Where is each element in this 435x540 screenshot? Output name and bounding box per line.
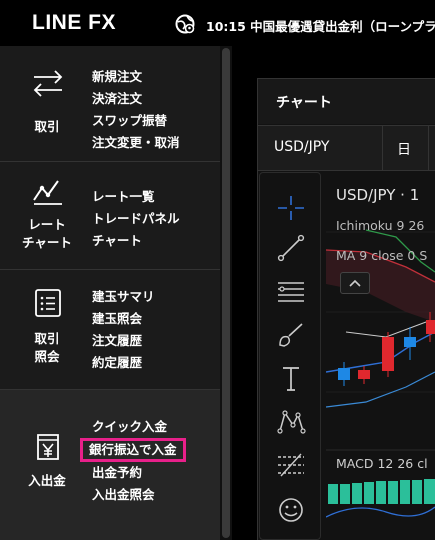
- menu-item-quick-deposit[interactable]: クイック入金: [92, 416, 186, 438]
- menu-item-chart[interactable]: チャート: [92, 230, 180, 252]
- chart-symbol-label: USD/JPY · 1: [336, 186, 420, 204]
- ichimoku-indicator-label[interactable]: Ichimoku 9 26: [336, 218, 424, 233]
- menu-item-swap-transfer[interactable]: スワップ振替: [92, 110, 180, 132]
- menu-item-new-order[interactable]: 新規注文: [92, 66, 180, 88]
- macd-indicator-label[interactable]: MACD 12 26 cl: [336, 456, 428, 471]
- candles: [338, 312, 435, 386]
- chart-panel-title: チャート: [276, 95, 332, 111]
- horizontal-lines-icon[interactable]: [274, 277, 308, 307]
- fibonacci-tool-icon[interactable]: [274, 451, 308, 481]
- chevron-up-icon: [349, 279, 361, 287]
- ma-indicator-label[interactable]: MA 9 close 0 S: [336, 248, 427, 263]
- menu-item-modify-cancel-order[interactable]: 注文変更・取消: [92, 132, 180, 154]
- divider: [428, 126, 429, 170]
- brush-icon[interactable]: [274, 319, 308, 349]
- menu-section-title: 取引 照会: [34, 331, 60, 364]
- menu-item-trade-panel[interactable]: トレードパネル: [92, 208, 180, 230]
- menu-section-title: 取引: [34, 119, 60, 134]
- price-chart-plot[interactable]: USD/JPY · 1 Ichimoku 9 26 MA 9 close 0 S…: [326, 172, 435, 540]
- menu-item-rate-list[interactable]: レート一覧: [92, 186, 180, 208]
- globe-location-icon[interactable]: [174, 13, 196, 35]
- emoji-icon[interactable]: [274, 495, 308, 525]
- menu-section-deposit-withdrawal: 入出金 クイック入金 銀行振込で入金 出金予約 入出金照会: [0, 390, 220, 540]
- menu-item-execution-history[interactable]: 約定履歴: [92, 352, 155, 374]
- menu-item-position-summary[interactable]: 建玉サマリ: [92, 286, 155, 308]
- text-tool-icon[interactable]: [274, 363, 308, 393]
- yen-wallet-icon: [37, 434, 59, 460]
- sidebar-scrollbar-thumb[interactable]: [222, 48, 230, 538]
- news-ticker[interactable]: 10:15 中国最優遇貸出金利（ローンプラ: [206, 16, 435, 35]
- menu-section-trade: 取引 新規注文 決済注文 スワップ振替 注文変更・取消: [0, 46, 220, 162]
- line-fx-logo[interactable]: LINE FX: [32, 11, 116, 35]
- pattern-tool-icon[interactable]: [274, 407, 308, 437]
- period-selector[interactable]: 日: [397, 139, 411, 159]
- collapse-indicators-button[interactable]: [340, 272, 370, 294]
- menu-item-deposit-withdrawal-inquiry[interactable]: 入出金照会: [92, 484, 186, 506]
- menu-section-title: レート チャート: [22, 217, 72, 250]
- macd-histogram: [328, 479, 435, 504]
- drawing-toolbar: [259, 172, 321, 540]
- sidebar-menu: 取引 新規注文 決済注文 スワップ振替 注文変更・取消 レート チャート レート…: [0, 46, 220, 540]
- exchange-arrows-icon: [33, 70, 63, 97]
- crosshair-icon[interactable]: [274, 193, 308, 223]
- chart-selector-bar: USD/JPY 日: [258, 125, 435, 171]
- list-document-icon: [35, 289, 61, 317]
- menu-item-close-order[interactable]: 決済注文: [92, 88, 180, 110]
- menu-section-title: 入出金: [28, 473, 66, 488]
- menu-item-order-history[interactable]: 注文履歴: [92, 330, 155, 352]
- currency-pair-selector[interactable]: USD/JPY: [274, 139, 329, 155]
- trend-line-icon[interactable]: [274, 233, 308, 263]
- menu-section-trade-inquiry: 取引 照会 建玉サマリ 建玉照会 注文履歴 約定履歴: [0, 270, 220, 390]
- menu-item-bank-transfer-deposit[interactable]: 銀行振込で入金: [80, 438, 186, 462]
- menu-item-position-inquiry[interactable]: 建玉照会: [92, 308, 155, 330]
- menu-section-rate-chart: レート チャート レート一覧 トレードパネル チャート: [0, 162, 220, 270]
- chart-panel-header: チャート: [258, 79, 435, 124]
- menu-item-withdrawal-reservation[interactable]: 出金予約: [92, 462, 186, 484]
- line-chart-icon: [33, 180, 62, 205]
- divider: [382, 126, 383, 170]
- top-bar: LINE FX 10:15 中国最優遇貸出金利（ローンプラ: [0, 0, 435, 46]
